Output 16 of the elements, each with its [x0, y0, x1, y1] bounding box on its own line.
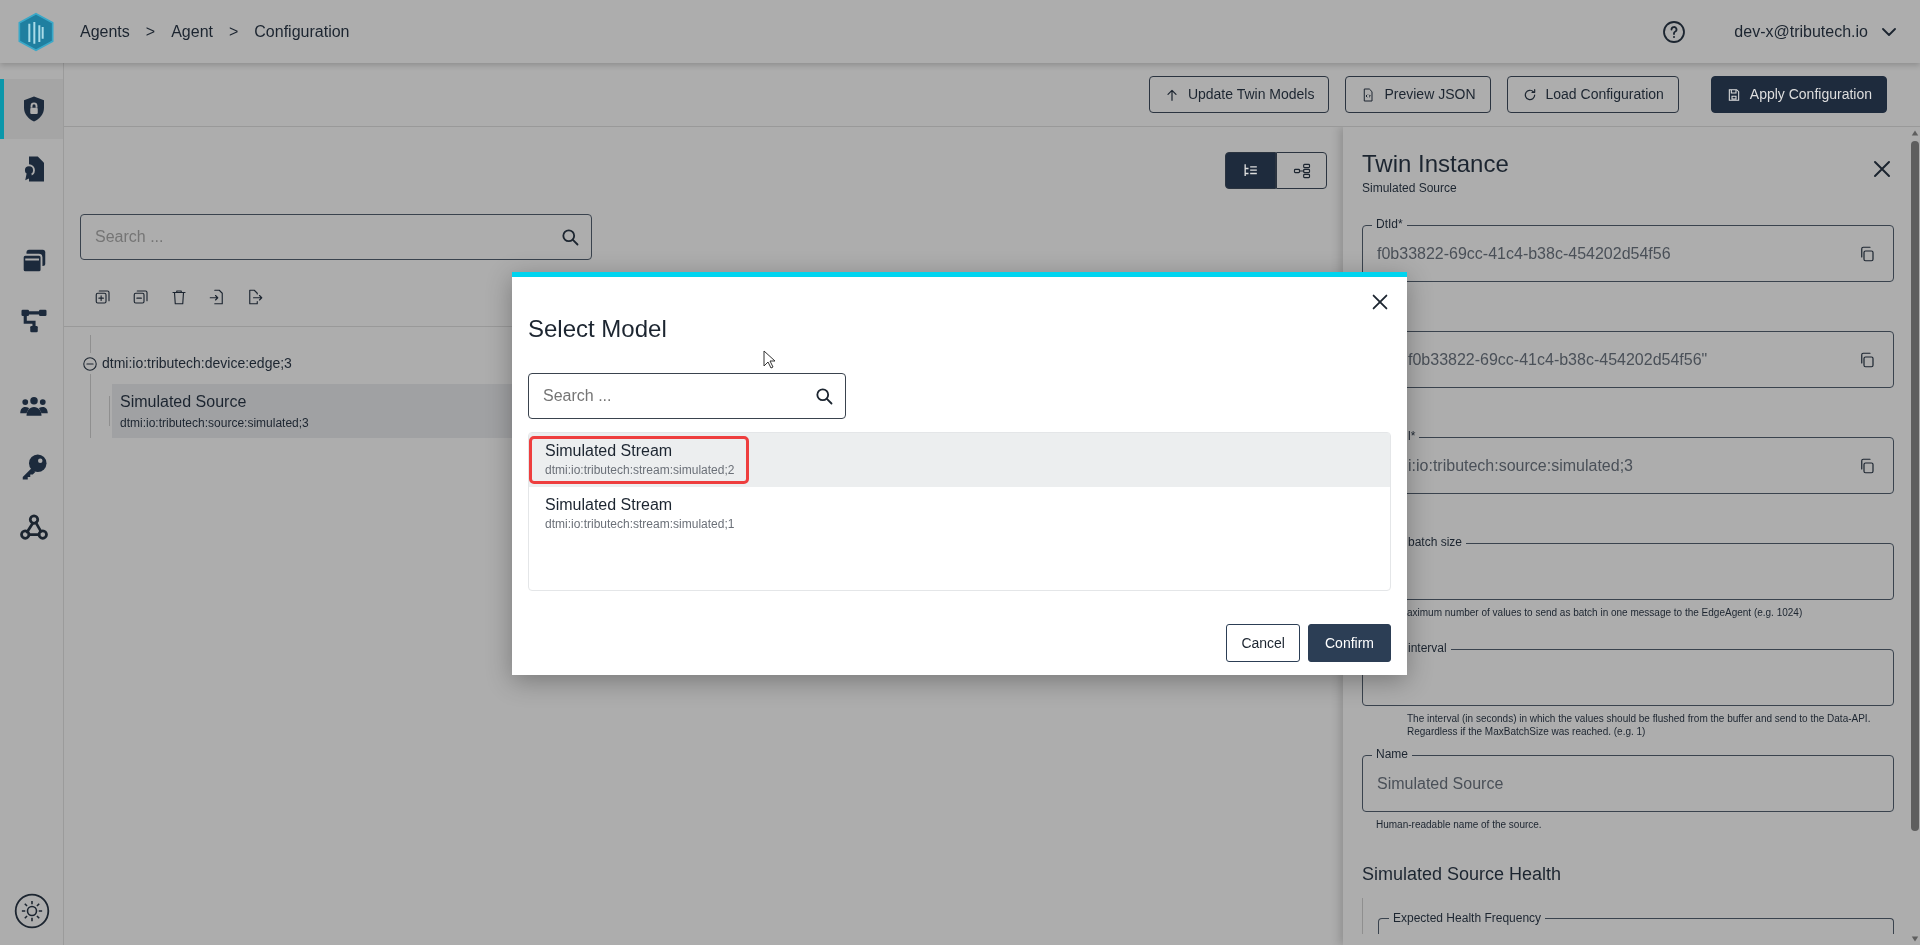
field-hint: aximum number of values to send as batch in one message to the EdgeAgent (e.g. 1024)	[1406, 606, 1804, 620]
breadcrumb-separator: >	[228, 21, 239, 42]
field-hint: The interval (in seconds) in which the values should be flushed from the buffer and send to the Data-API. Regardless if the MaxBatchSize was reached. (e.g. 1)	[1406, 712, 1872, 738]
model-id: dtmi:io:tributech:stream:simulated;1	[545, 516, 735, 533]
section-heading: Simulated Source Health	[1362, 863, 1563, 886]
panel-subtitle: Simulated Source	[1362, 180, 1458, 197]
dialog-title: Select Model	[528, 314, 667, 344]
model-id: dtmi:io:tributech:stream:simulated;2	[545, 462, 735, 479]
model-title: Simulated Stream	[545, 495, 674, 515]
panel-title: Twin Instance	[1362, 149, 1509, 179]
model-title: Simulated Stream	[545, 441, 674, 461]
field-label: Expected Health Frequency	[1392, 910, 1543, 926]
tree-item-subtitle: dtmi:io:tributech:source:simulated;3	[120, 415, 309, 432]
tree-item-title: Simulated Source	[120, 392, 247, 412]
breadcrumb-separator: >	[145, 21, 156, 42]
field-hint: Human-readable name of the source.	[1375, 818, 1543, 832]
